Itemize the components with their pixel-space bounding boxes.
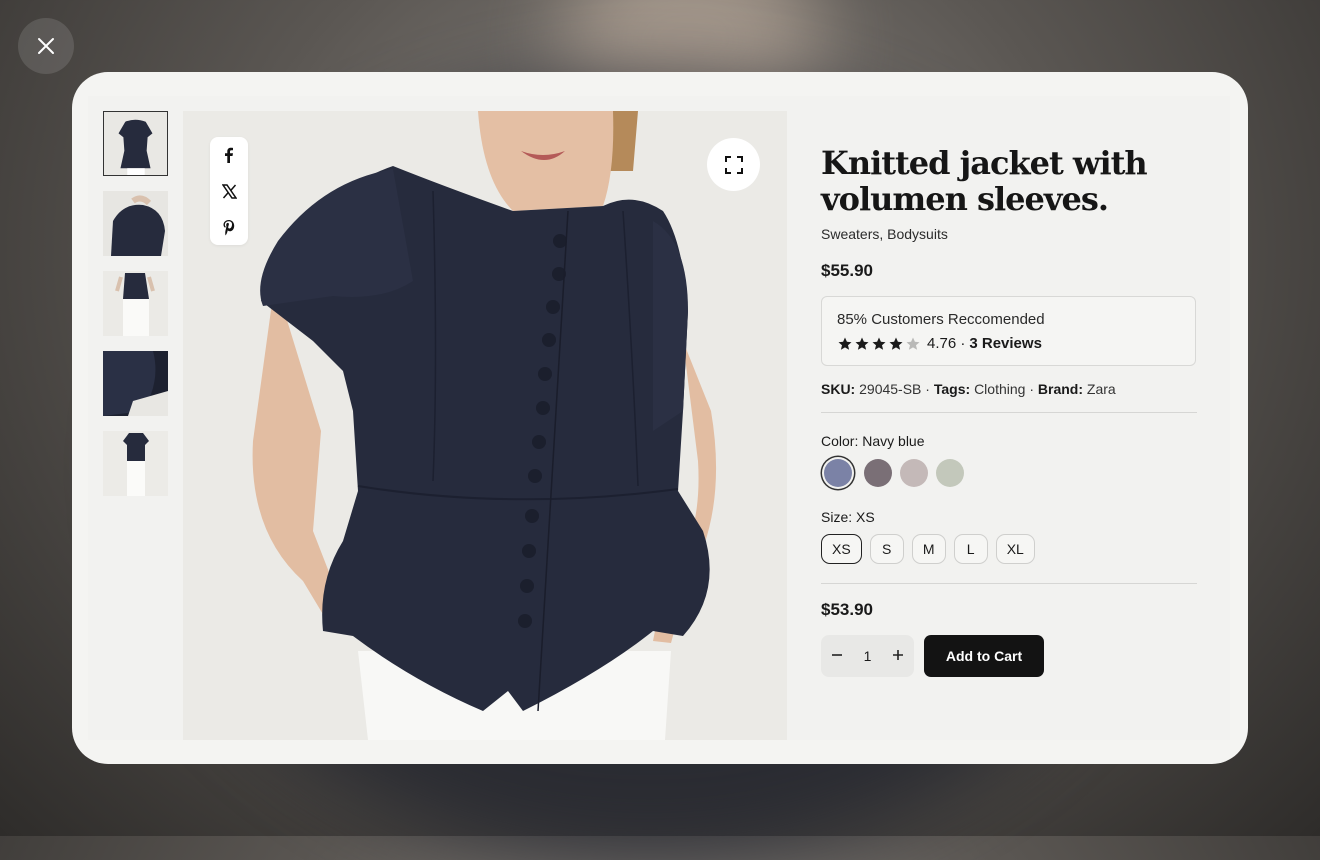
- color-label: Color: Navy blue: [821, 433, 925, 449]
- pinterest-icon[interactable]: [218, 216, 240, 238]
- size-option-xs[interactable]: XS: [821, 534, 862, 564]
- star-icon: [889, 337, 903, 350]
- plus-icon[interactable]: [892, 646, 904, 666]
- size-label: Size: XS: [821, 509, 875, 525]
- star-icon: [838, 337, 852, 350]
- brand-label: Brand:: [1037, 381, 1084, 397]
- thumbnail-4[interactable]: [103, 351, 168, 416]
- recommendation-box: 85% Customers Reccomended 4.76 · 3 Revie…: [821, 296, 1196, 366]
- share-bar: [210, 137, 248, 245]
- brand-value[interactable]: Zara: [1087, 381, 1116, 397]
- product-price: $55.90: [821, 261, 873, 280]
- reviews-link[interactable]: 3 Reviews: [969, 335, 1042, 352]
- color-swatches: [821, 459, 964, 487]
- product-info: Knitted jacket with volumen sleeves. Swe…: [821, 96, 1201, 677]
- sale-price: $53.90: [821, 600, 873, 619]
- quick-view-modal: Knitted jacket with volumen sleeves. Swe…: [72, 72, 1248, 764]
- close-button[interactable]: [18, 18, 74, 74]
- selected-size: XS: [856, 509, 875, 525]
- x-icon[interactable]: [218, 180, 240, 202]
- star-icon: [855, 337, 869, 350]
- thumbnail-5[interactable]: [103, 431, 168, 496]
- size-option-l[interactable]: L: [953, 534, 988, 564]
- add-to-cart-button[interactable]: Add to Cart: [924, 635, 1044, 677]
- product-main-image: [183, 111, 787, 740]
- quantity-stepper: 1: [821, 635, 914, 677]
- star-icon: [872, 337, 886, 350]
- divider: [821, 412, 1197, 413]
- size-option-m[interactable]: M: [911, 534, 946, 564]
- expand-icon: [724, 155, 743, 174]
- sku-label: SKU:: [821, 381, 856, 397]
- close-icon: [38, 38, 54, 54]
- recommended-text: 85% Customers Reccomended: [837, 311, 1045, 328]
- thumbnail-3[interactable]: [103, 271, 168, 336]
- fullscreen-button[interactable]: [707, 138, 760, 191]
- size-options: XS S M L XL: [821, 534, 1035, 564]
- rating-stars: [837, 336, 921, 352]
- thumbnail-2[interactable]: [103, 191, 168, 256]
- sku-value: 29045-SB: [859, 381, 922, 397]
- quantity-value[interactable]: 1: [864, 648, 872, 664]
- divider: [821, 583, 1197, 584]
- star-empty-icon: [906, 337, 920, 350]
- color-swatch-navy-blue[interactable]: [824, 459, 852, 487]
- product-panel: Knitted jacket with volumen sleeves. Swe…: [88, 96, 1230, 740]
- product-meta: SKU: 29045-SB · Tags: Clothing · Brand: …: [821, 381, 1116, 397]
- minus-icon[interactable]: [831, 646, 843, 666]
- selected-color: Navy blue: [862, 433, 925, 449]
- rating-value: 4.76 ·: [927, 335, 966, 352]
- facebook-icon[interactable]: [218, 144, 240, 166]
- thumbnail-list: [103, 111, 169, 511]
- tags-label: Tags:: [933, 381, 971, 397]
- color-swatch-mauve[interactable]: [864, 459, 892, 487]
- color-swatch-taupe[interactable]: [900, 459, 928, 487]
- product-categories[interactable]: Sweaters, Bodysuits: [821, 226, 948, 242]
- color-swatch-sage[interactable]: [936, 459, 964, 487]
- thumbnail-1[interactable]: [103, 111, 168, 176]
- size-option-s[interactable]: S: [869, 534, 904, 564]
- tags-value[interactable]: Clothing: [974, 381, 1025, 397]
- size-option-xl[interactable]: XL: [995, 534, 1035, 564]
- product-title: Knitted jacket with volumen sleeves.: [821, 144, 1148, 218]
